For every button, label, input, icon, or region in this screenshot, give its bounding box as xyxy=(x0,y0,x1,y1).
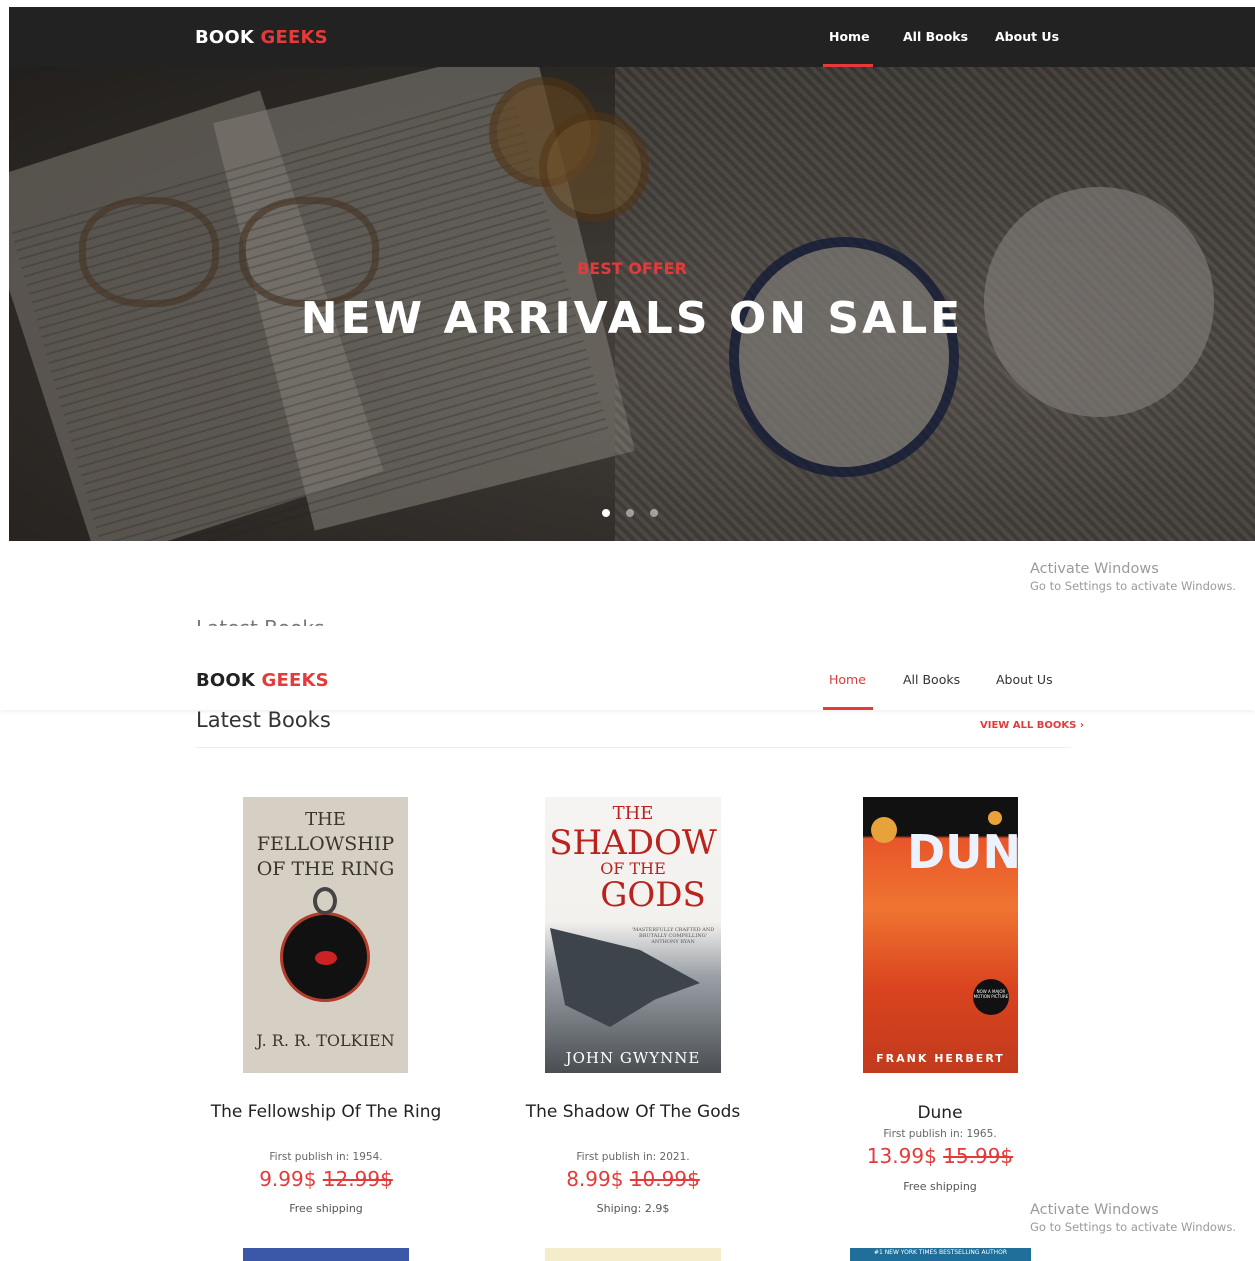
watermark-line2: Go to Settings to activate Windows. xyxy=(1030,1220,1236,1234)
book-title[interactable]: The Fellowship Of The Ring xyxy=(206,1101,446,1124)
brand-accent-text: GEEKS xyxy=(261,670,329,691)
book-shipping: Free shipping xyxy=(289,1202,363,1215)
watermark-line1: Activate Windows xyxy=(1030,1202,1159,1218)
carousel-dot-1[interactable] xyxy=(602,509,610,517)
book-title[interactable]: The Shadow Of The Gods xyxy=(513,1101,753,1124)
nav-about-link[interactable]: About Us xyxy=(995,29,1059,44)
hero-headline: NEW ARRIVALS ON SALE xyxy=(300,293,964,344)
brand-text: BOOK xyxy=(196,670,256,691)
view-all-books-link[interactable]: VIEW ALL BOOKS › xyxy=(980,720,1084,731)
cover-sun xyxy=(988,811,1002,825)
book-price: 13.99$ 15.99$ xyxy=(820,1144,1060,1168)
section-title: Latest Books xyxy=(196,708,331,732)
book-published: First publish in: 1965. xyxy=(883,1128,997,1140)
watermark-line2: Go to Settings to activate Windows. xyxy=(1030,579,1236,593)
cover-text: FELLOWSHIP xyxy=(256,833,395,855)
book-cover-dune[interactable]: DUNE NOW A MAJOR MOTION PICTURE FRANK HE… xyxy=(863,797,1018,1073)
section-title-ghost: Latest Books xyxy=(196,616,324,626)
brand-logo[interactable]: BOOK GEEKS xyxy=(196,670,329,691)
carousel-indicators xyxy=(602,509,658,517)
price-current: 9.99$ xyxy=(259,1167,317,1191)
book-shipping: Free shipping xyxy=(903,1180,977,1193)
book-cover-peek[interactable]: #1 NEW YORK TIMES BESTSELLING AUTHOR xyxy=(850,1248,1031,1261)
book-price: 8.99$ 10.99$ xyxy=(513,1167,753,1191)
watermark-line1: Activate Windows xyxy=(1030,561,1159,577)
nav-all-books-link[interactable]: All Books xyxy=(903,29,968,44)
book-price: 9.99$ 12.99$ xyxy=(206,1167,446,1191)
cover-author: J. R. R. TOLKIEN xyxy=(256,1031,395,1050)
price-current: 13.99$ xyxy=(866,1144,937,1168)
carousel-dot-2[interactable] xyxy=(626,509,634,517)
book-cover-shadow-of-the-gods[interactable]: THE SHADOW OF THE GODS 'MASTERFULLY CRAF… xyxy=(545,797,721,1073)
price-old: 12.99$ xyxy=(322,1167,393,1191)
cover-text: GODS xyxy=(600,875,706,915)
book-cover-peek[interactable] xyxy=(243,1248,409,1261)
brand-text: BOOK xyxy=(195,27,255,48)
cover-text: OF THE RING xyxy=(256,858,395,880)
brand-logo[interactable]: BOOK GEEKS xyxy=(195,27,328,48)
price-current: 8.99$ xyxy=(566,1167,624,1191)
cover-text: THE xyxy=(305,809,346,830)
windows-watermark: Activate Windows Go to Settings to activ… xyxy=(1030,1202,1236,1234)
book-cover-peek[interactable] xyxy=(545,1248,721,1261)
price-old: 10.99$ xyxy=(629,1167,700,1191)
page: BOOK GEEKS Home All Books About Us BEST … xyxy=(0,0,1255,1261)
cover-author: JOHN GWYNNE xyxy=(565,1049,701,1067)
view-all-label: VIEW ALL BOOKS xyxy=(980,720,1077,731)
cover-title: DUNE xyxy=(907,825,1018,879)
nav-active-indicator xyxy=(823,707,873,710)
nav-home-link[interactable]: Home xyxy=(829,29,870,44)
nav-about-link[interactable]: About Us xyxy=(996,672,1053,687)
nav-home-link[interactable]: Home xyxy=(829,672,866,687)
chevron-right-icon: › xyxy=(1079,720,1084,731)
brand-accent-text: GEEKS xyxy=(260,27,328,48)
cover-sun xyxy=(871,817,897,843)
cover-text: SHADOW xyxy=(549,823,717,863)
nav-all-books-link[interactable]: All Books xyxy=(903,672,960,687)
windows-watermark: Activate Windows Go to Settings to activ… xyxy=(1030,561,1236,593)
motion-picture-badge: NOW A MAJOR MOTION PICTURE xyxy=(973,979,1009,1015)
book-shipping: Shiping: 2.9$ xyxy=(596,1202,670,1215)
section-divider xyxy=(196,747,1071,748)
carousel-dot-3[interactable] xyxy=(650,509,658,517)
book-title[interactable]: Dune xyxy=(820,1102,1060,1125)
book-cover-fellowship[interactable]: THE FELLOWSHIP OF THE RING J. R. R. TOLK… xyxy=(243,797,408,1073)
hero-carousel: BEST OFFER NEW ARRIVALS ON SALE xyxy=(9,67,1255,541)
navbar-top: BOOK GEEKS Home All Books About Us xyxy=(9,7,1255,67)
cover-text: THE xyxy=(612,803,654,824)
hero-eyebrow: BEST OFFER xyxy=(577,259,687,278)
navbar-sticky: BOOK GEEKS Home All Books About Us xyxy=(0,650,1255,710)
ring-emblem-icon xyxy=(280,887,370,1002)
price-old: 15.99$ xyxy=(943,1144,1014,1168)
cover-author: FRANK HERBERT xyxy=(876,1052,1005,1065)
book-published: First publish in: 2021. xyxy=(576,1151,690,1163)
book-published: First publish in: 1954. xyxy=(269,1151,383,1163)
